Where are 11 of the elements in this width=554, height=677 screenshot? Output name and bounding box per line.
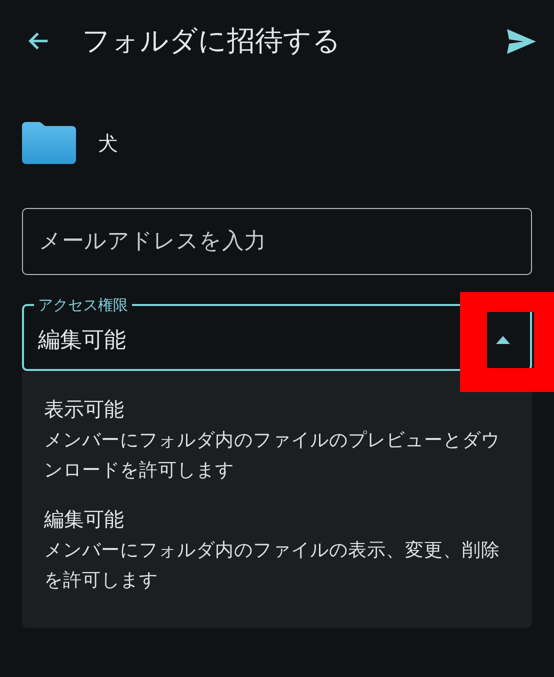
- email-input-field[interactable]: メールアドレスを入力: [22, 208, 532, 275]
- option-description: メンバーにフォルダ内のファイルの表示、変更、削除を許可します: [44, 539, 501, 593]
- access-field-label: アクセス権限: [37, 295, 129, 315]
- permission-option[interactable]: 表示可能 メンバーにフォルダ内のファイルのプレビューとダウンロードを許可します: [44, 392, 510, 486]
- folder-name: 犬: [98, 130, 118, 156]
- option-title: 編集可能: [44, 506, 125, 533]
- access-field-value: 編集可能: [38, 327, 127, 355]
- option-title: 表示可能: [44, 396, 125, 423]
- screen-title: フォルダに招待する: [82, 23, 342, 59]
- permission-option[interactable]: 編集可能 メンバーにフォルダ内のファイルの表示、変更、削除を許可します: [44, 502, 510, 596]
- option-description: メンバーにフォルダ内のファイルのプレビューとダウンロードを許可します: [44, 429, 501, 483]
